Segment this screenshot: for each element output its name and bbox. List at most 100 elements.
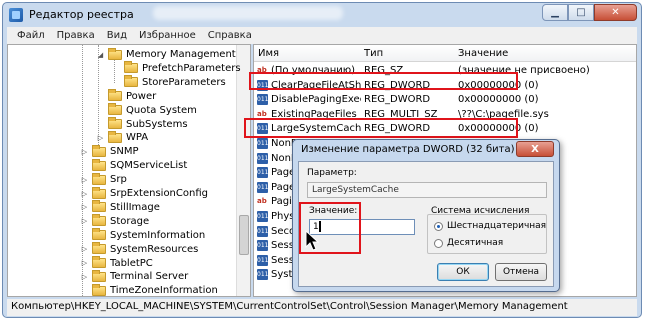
- tree-expander-icon[interactable]: ▷: [96, 134, 105, 142]
- menu-favorites[interactable]: Избранное: [133, 30, 202, 41]
- folder-icon: [92, 172, 106, 185]
- tree-item[interactable]: ▷ StillImage: [80, 200, 160, 215]
- folder-icon: [92, 283, 106, 296]
- tree-item[interactable]: ▷ Storage: [80, 214, 149, 229]
- tree-item-label: SrpExtensionConfig: [110, 188, 208, 199]
- tree-item-label: SystemInformation: [110, 229, 206, 241]
- menu-bar: Файл Правка Вид Избранное Справка: [7, 27, 637, 44]
- blurred-title-overlay: [153, 6, 343, 20]
- tree-expander-icon[interactable]: ▷: [80, 245, 89, 253]
- radio-hex-row[interactable]: Шестнадцатеричная: [434, 221, 546, 231]
- highlight-largesystemcache: [244, 118, 518, 138]
- radio-hex-label: Шестнадцатеричная: [447, 221, 547, 231]
- folder-icon: [92, 228, 106, 241]
- tree-item[interactable]: ▷ WPA: [96, 130, 148, 145]
- folder-icon: [108, 117, 122, 129]
- tree-item[interactable]: Quota System: [96, 103, 197, 118]
- tree-expander-icon[interactable]: ▷: [80, 176, 89, 184]
- tree-item[interactable]: SystemInformation: [80, 228, 205, 243]
- folder-icon: [92, 214, 106, 227]
- tree-item[interactable]: Power: [96, 89, 156, 104]
- tree-item[interactable]: SQMServiceList: [80, 158, 187, 173]
- binary-value-icon: 011: [257, 269, 269, 281]
- tree-item[interactable]: ▷ Srp: [80, 172, 127, 187]
- values-header: Имя Тип Значение: [254, 45, 636, 62]
- close-button[interactable]: ✕: [594, 4, 637, 21]
- minimize-button[interactable]: ▁: [542, 4, 568, 21]
- radio-dec[interactable]: [434, 238, 443, 248]
- dialog-close-button[interactable]: X: [516, 141, 554, 157]
- tree-scroll-thumb[interactable]: [239, 215, 249, 255]
- tree-item[interactable]: ▷ Terminal Server: [80, 269, 188, 284]
- mouse-cursor-icon: [305, 230, 320, 251]
- menu-file[interactable]: Файл: [11, 30, 51, 41]
- binary-value-icon: 011: [257, 225, 269, 237]
- menu-help[interactable]: Справка: [202, 30, 258, 41]
- tree-item[interactable]: TimeZoneInformation: [80, 283, 218, 297]
- tree-item[interactable]: ▷ SrpExtensionConfig: [80, 186, 208, 201]
- tree-expander-icon[interactable]: ▷: [80, 259, 89, 267]
- registry-tree[interactable]: ◢ Memory Management PrefetchParameters Stor…: [7, 44, 251, 297]
- tree-item-label: TimeZoneInformation: [110, 285, 218, 297]
- folder-icon: [92, 158, 106, 171]
- param-name-field: LargeSystemCache: [307, 182, 547, 198]
- binary-value-icon: 011: [257, 211, 269, 222]
- binary-value-icon: 011: [257, 254, 269, 266]
- binary-value-icon: 011: [257, 181, 269, 193]
- tree-expander-icon[interactable]: ◢: [96, 51, 105, 59]
- tree-expander-icon[interactable]: ▷: [80, 190, 89, 198]
- tree-item-label: StoreParameters: [142, 76, 226, 88]
- column-value-header[interactable]: Значение: [458, 48, 508, 59]
- folder-icon: [92, 242, 106, 255]
- cancel-button[interactable]: Отмена: [495, 263, 547, 281]
- folder-icon: [92, 144, 106, 157]
- ok-button[interactable]: ОК: [437, 263, 489, 281]
- radix-groupbox: Шестнадцатеричная Десятичная: [427, 214, 547, 254]
- string-value-icon: ab: [257, 197, 267, 206]
- tree-item-label: Terminal Server: [110, 271, 189, 283]
- folder-icon: [108, 130, 122, 143]
- menu-edit[interactable]: Правка: [51, 30, 101, 41]
- menu-view[interactable]: Вид: [101, 30, 133, 41]
- tree-expander-icon[interactable]: ▷: [80, 148, 89, 156]
- folder-icon: [124, 75, 138, 88]
- column-name-header[interactable]: Имя: [258, 48, 279, 59]
- tree-item[interactable]: ▷ TabletPC: [80, 256, 153, 271]
- tree-item[interactable]: PrefetchParameters: [112, 61, 241, 76]
- radio-hex[interactable]: [434, 221, 443, 231]
- tree-item-label: TabletPC: [110, 257, 153, 269]
- tree-item-label: Quota System: [126, 104, 197, 116]
- binary-value-icon: 011: [257, 138, 269, 149]
- tree-expander-icon[interactable]: ▷: [80, 217, 89, 225]
- param-label: Параметр:: [307, 168, 357, 178]
- minimize-icon: ▁: [551, 7, 559, 18]
- tree-item[interactable]: StoreParameters: [112, 75, 226, 90]
- folder-icon: [92, 256, 106, 268]
- column-type-header[interactable]: Тип: [364, 48, 383, 59]
- tree-item-label: Power: [126, 90, 157, 102]
- tree-expander-icon[interactable]: ▷: [80, 203, 89, 211]
- binary-value-icon: 011: [257, 152, 269, 164]
- tree-item[interactable]: ◢ Memory Management: [96, 47, 236, 62]
- tree-item-label: WPA: [126, 132, 149, 144]
- tree-item[interactable]: ▷ SystemResources: [80, 242, 198, 257]
- window-controls: ▁ □ ✕: [542, 4, 637, 21]
- folder-icon: [124, 61, 138, 74]
- maximize-icon: □: [576, 7, 586, 18]
- tree-scrollbar[interactable]: [236, 45, 250, 296]
- highlight-clearpagefile: [249, 72, 518, 90]
- folder-icon: [92, 269, 106, 282]
- tree-item-label: SystemResources: [110, 243, 199, 255]
- close-icon: X: [531, 143, 539, 155]
- tree-item[interactable]: SubSystems: [96, 117, 188, 132]
- maximize-button[interactable]: □: [568, 4, 594, 21]
- binary-value-icon: 011: [257, 240, 269, 252]
- tree-item-label: PrefetchParameters: [142, 62, 241, 74]
- tree-item[interactable]: ▷ SNMP: [80, 144, 139, 159]
- tree-item-label: StillImage: [110, 201, 160, 213]
- folder-icon: [108, 47, 122, 60]
- tree-expander-icon[interactable]: ▷: [80, 273, 89, 281]
- tree-item-label: SubSystems: [126, 118, 188, 130]
- value-row[interactable]: 011DisablePagingExecu...REG_DWORD 0x00000…: [254, 92, 636, 108]
- radio-dec-row[interactable]: Десятичная: [434, 238, 503, 248]
